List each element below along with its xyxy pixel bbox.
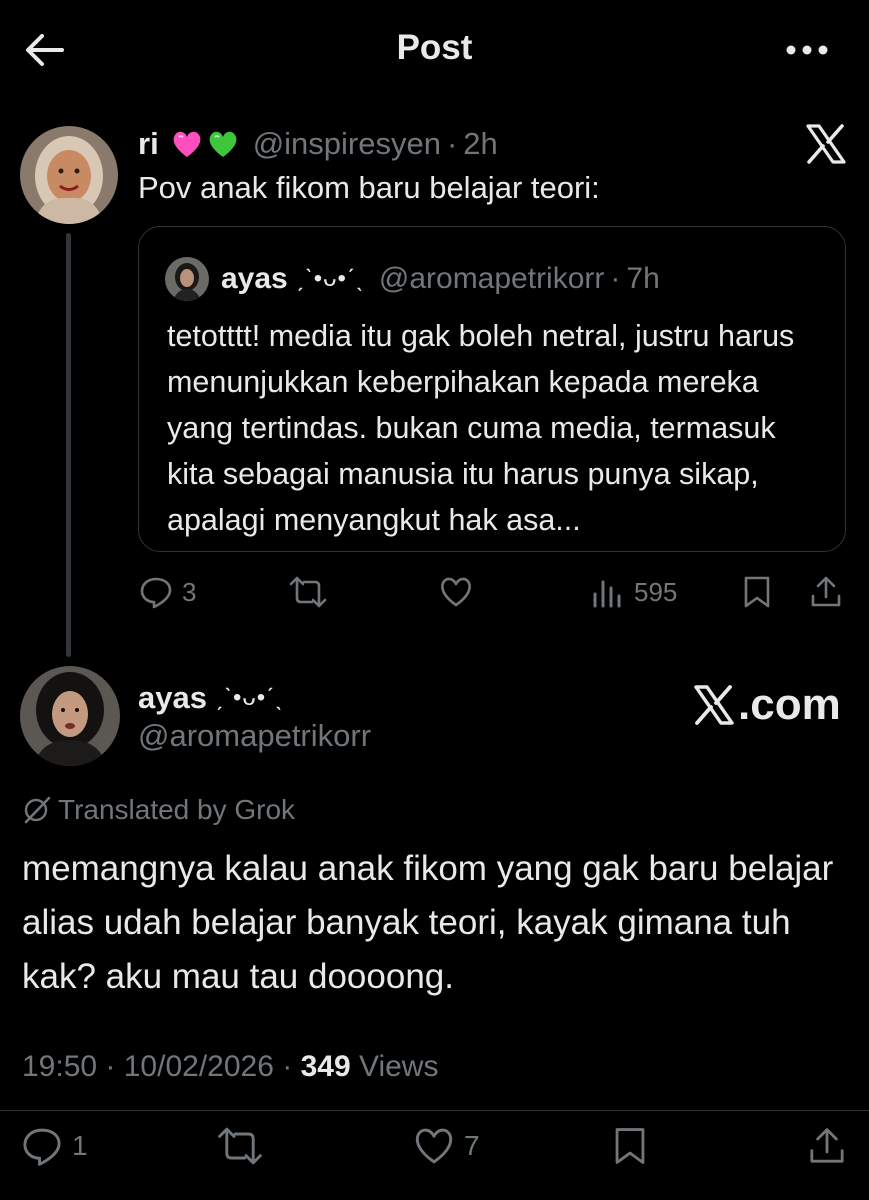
share-icon [811, 576, 841, 607]
reply-button[interactable]: 3 [138, 574, 196, 610]
translated-label[interactable]: Translated by Grok [22, 794, 295, 826]
reply-icon [140, 577, 172, 609]
quoted-header: ayas ˏˋ•ᴗ•ˊˎ @aromapetrikorr · 7h [221, 259, 660, 299]
post-date[interactable]: 10/02/2026 [124, 1050, 274, 1083]
heart-icon [441, 577, 471, 607]
retweet-button[interactable] [216, 1124, 264, 1168]
share-button[interactable] [808, 574, 844, 610]
green-heart-icon [207, 129, 239, 159]
grok-icon [24, 796, 51, 824]
parent-header: ri @inspiresyen · 2h [138, 124, 498, 164]
page-title: Post [396, 28, 473, 67]
x-com-watermark: .com [692, 680, 841, 730]
author-handle[interactable]: @inspiresyen [253, 126, 441, 162]
quoted-author-name[interactable]: ayas [221, 262, 288, 296]
bookmark-icon [615, 1128, 645, 1164]
reply-avatar[interactable] [20, 666, 120, 766]
x-logo-icon [804, 122, 848, 166]
separator: · [282, 1050, 301, 1083]
reply-count: 1 [72, 1130, 88, 1161]
quoted-post-text: tetotttt! media itu gak boleh netral, ju… [167, 319, 795, 537]
share-button[interactable] [806, 1124, 848, 1168]
quoted-post[interactable]: ayas ˏˋ•ᴗ•ˊˎ @aromapetrikorr · 7h tetott… [138, 226, 846, 552]
separator: · [610, 262, 621, 295]
quoted-avatar[interactable] [165, 257, 209, 301]
reply-name-row: ayas ˏˋ•ᴗ•ˊˎ [138, 680, 284, 716]
post-text: Pov anak fikom baru belajar teori: [138, 170, 600, 205]
reply-author-name[interactable]: ayas [138, 680, 207, 716]
more-button[interactable] [782, 35, 832, 65]
retweet-icon [218, 1127, 262, 1165]
x-logo-icon [694, 685, 734, 725]
separator: · [446, 126, 458, 161]
like-count: 7 [464, 1130, 480, 1161]
reply-count: 3 [182, 576, 197, 607]
views-label: Views [358, 1050, 439, 1083]
like-button[interactable]: 7 [412, 1124, 480, 1168]
name-decoration: ˏˋ•ᴗ•ˊˎ [295, 265, 365, 292]
bookmark-button[interactable] [610, 1124, 650, 1168]
reply-text: memangnya kalau anak fikom yang gak baru… [22, 849, 834, 996]
post-meta: 19:50 · 10/02/2026 · 349 Views [22, 1050, 438, 1084]
views-icon [593, 580, 621, 608]
quoted-author-handle[interactable]: @aromapetrikorr [379, 262, 605, 296]
separator: · [105, 1050, 124, 1083]
retweet-button[interactable] [288, 574, 328, 610]
post-time[interactable]: 2h [463, 126, 497, 162]
like-button[interactable] [438, 574, 474, 610]
avatar[interactable] [20, 126, 118, 224]
views-count: 595 [634, 576, 678, 607]
x-com-text: .com [738, 680, 841, 729]
reply-button[interactable]: 1 [20, 1124, 88, 1168]
author-name[interactable]: ri [138, 126, 159, 162]
pink-heart-icon [171, 129, 203, 159]
bookmark-button[interactable] [740, 574, 774, 610]
heart-icon [415, 1128, 453, 1164]
reply-author-handle[interactable]: @aromapetrikorr [138, 718, 371, 754]
name-decoration: ˏˋ•ᴗ•ˊˎ [214, 684, 285, 711]
post-time[interactable]: 19:50 [22, 1050, 97, 1083]
retweet-icon [289, 576, 327, 608]
quoted-post-time: 7h [626, 262, 660, 295]
thread-line [66, 233, 71, 657]
reply-icon [23, 1128, 61, 1166]
views-count: 349 [300, 1050, 351, 1083]
share-icon [810, 1128, 844, 1163]
translated-text: Translated by Grok [58, 794, 296, 825]
bookmark-icon [744, 576, 770, 608]
more-horizontal-icon [786, 45, 828, 55]
views-button[interactable]: 595 [590, 574, 677, 610]
divider [0, 1110, 869, 1111]
